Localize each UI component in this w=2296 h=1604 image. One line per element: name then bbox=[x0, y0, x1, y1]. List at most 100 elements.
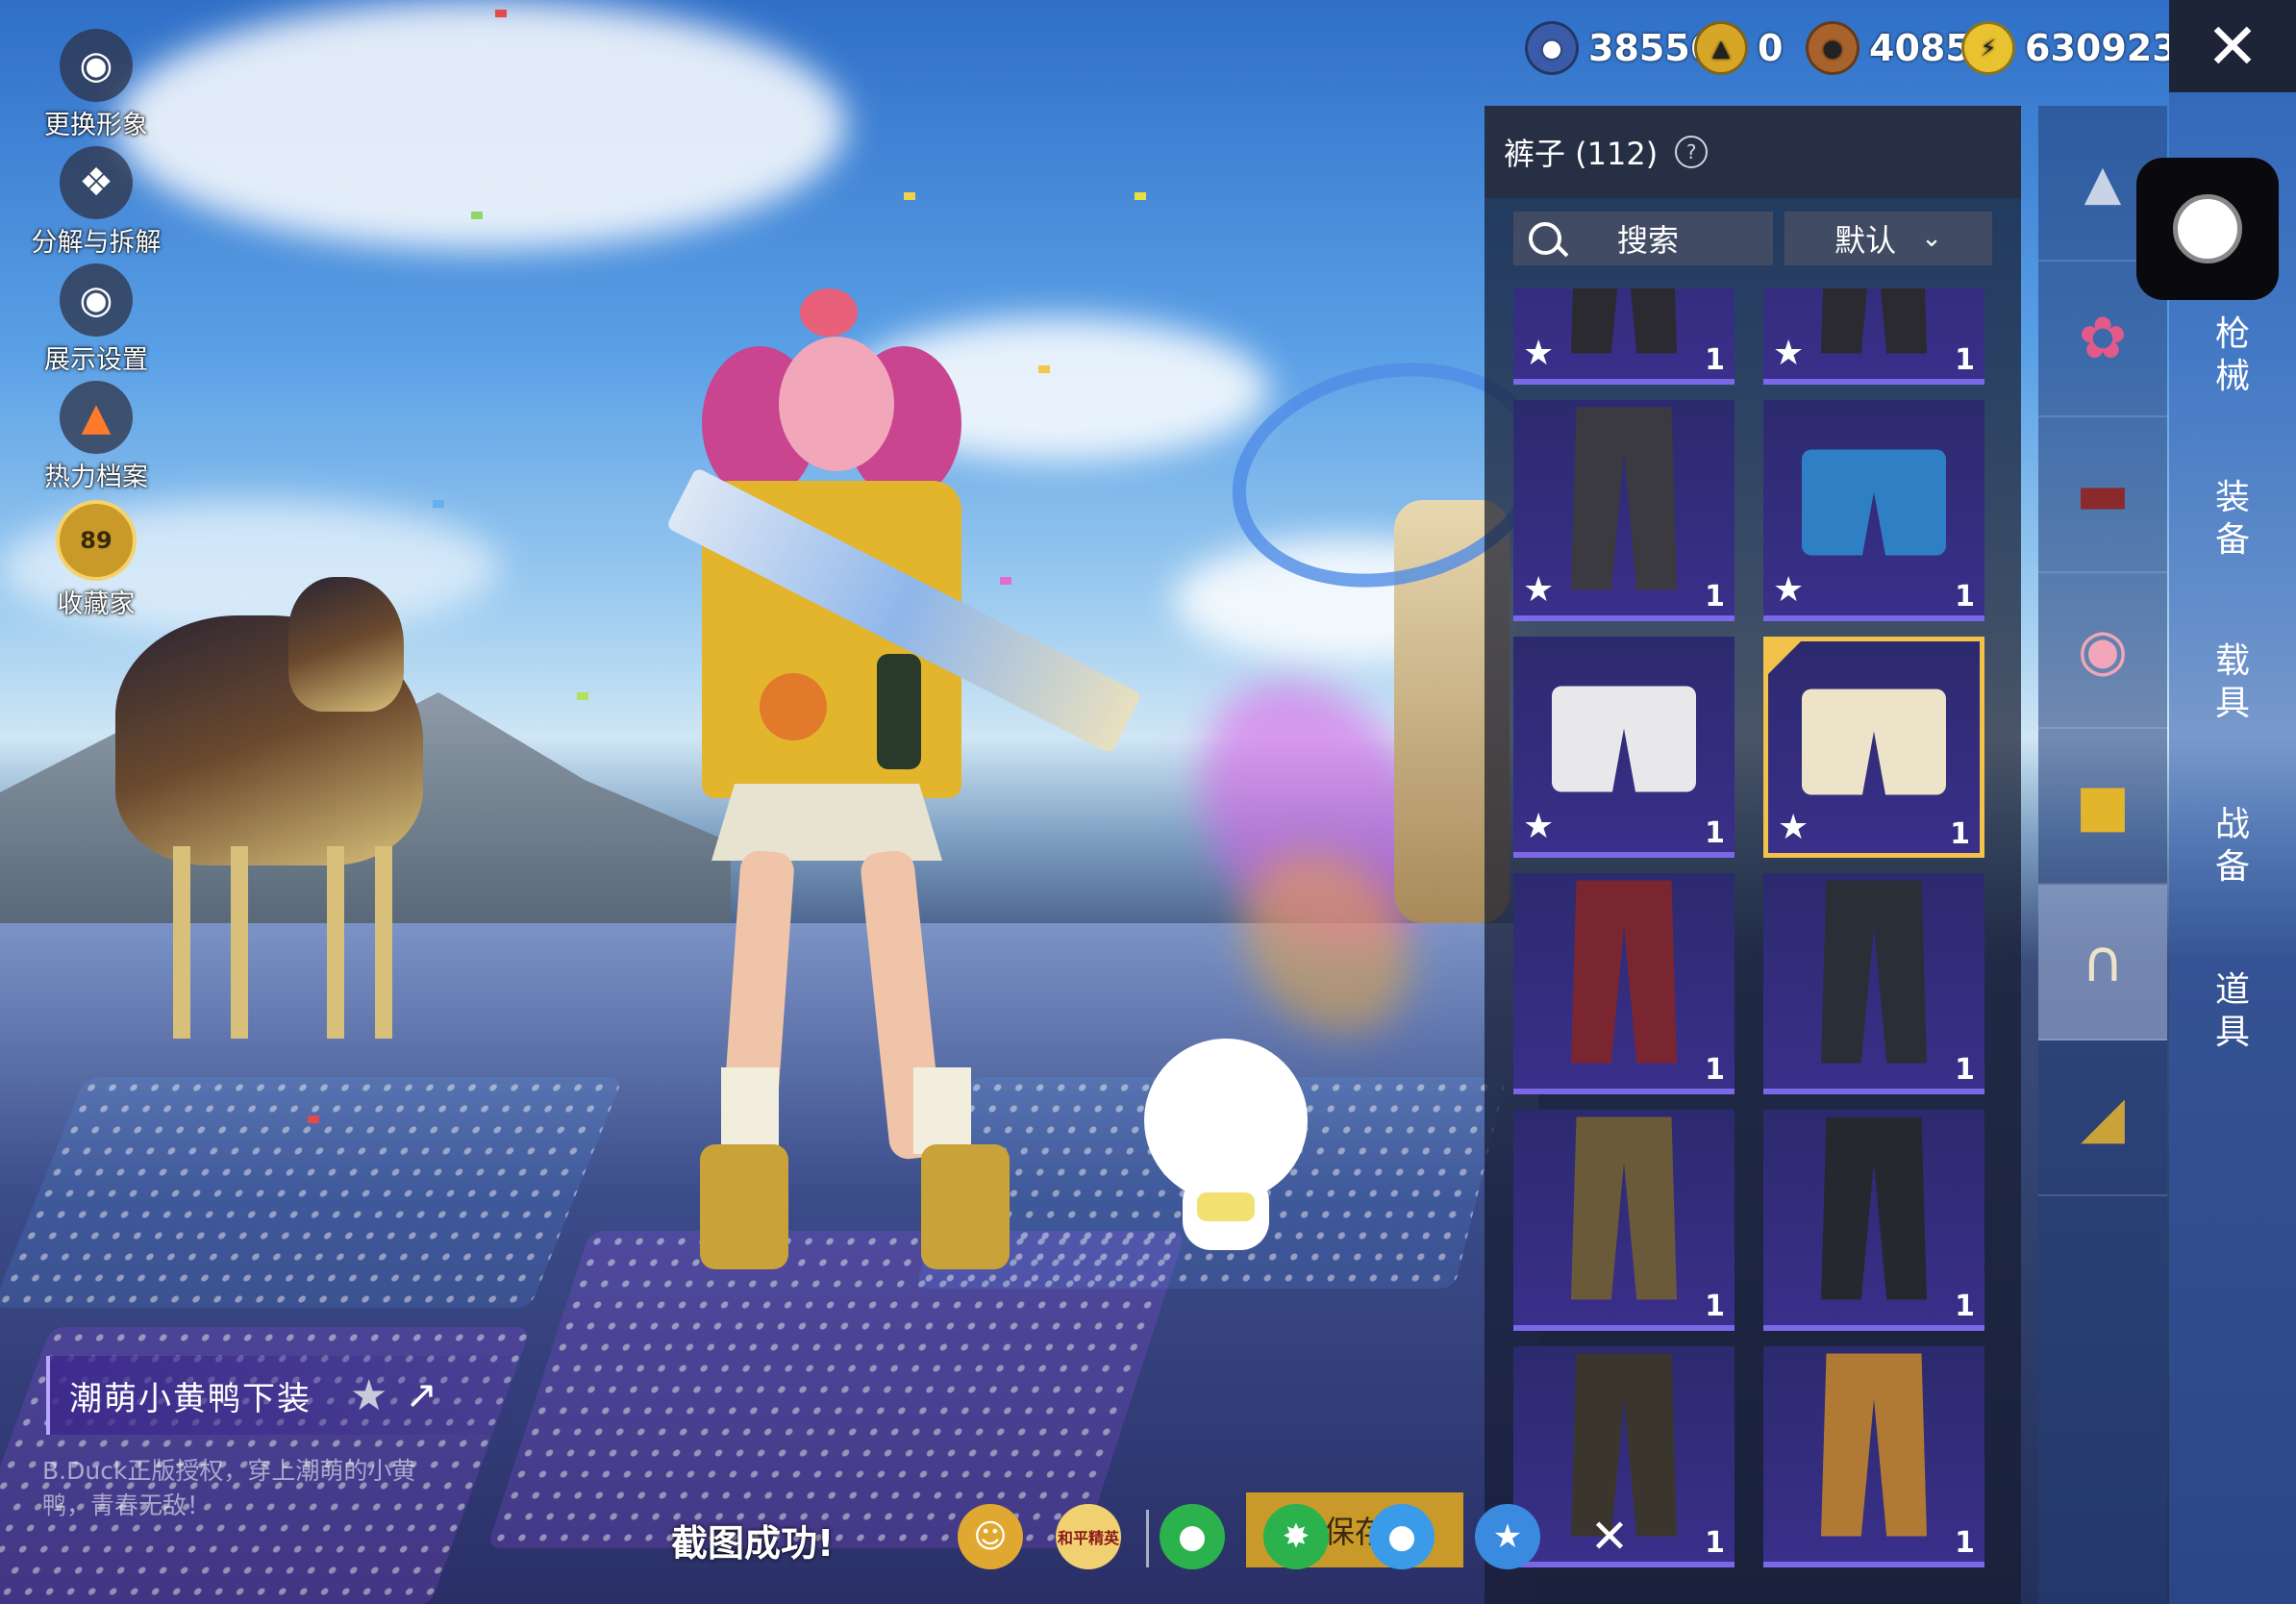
inventory-item[interactable]: 1 bbox=[1763, 1346, 1984, 1567]
currency-value: 630923 bbox=[2025, 27, 2178, 69]
tab-props[interactable]: 道具 bbox=[2169, 969, 2296, 1054]
currency-silver[interactable]: ● 38556 bbox=[1525, 21, 1715, 75]
pants-icon bbox=[1821, 880, 1927, 1064]
puzzle-icon: ❖ bbox=[60, 146, 133, 219]
tab-battle-gear[interactable]: 战备 bbox=[2169, 804, 2296, 889]
pants-icon: ∩ bbox=[2082, 928, 2124, 995]
inventory-item[interactable]: ★ 1 bbox=[1763, 400, 1984, 621]
inventory-item[interactable]: ★ 1 bbox=[1763, 637, 1984, 858]
currency-bronze[interactable]: ● 4085 bbox=[1806, 21, 1971, 75]
shorts-icon bbox=[1802, 449, 1946, 556]
bottle bbox=[877, 654, 921, 769]
pants-icon bbox=[1571, 288, 1677, 354]
confetti bbox=[1000, 577, 1011, 585]
sort-label: 默认 bbox=[1834, 222, 1897, 259]
flame-icon: ▲ bbox=[60, 381, 133, 454]
horse-leg bbox=[327, 846, 344, 1039]
category-jacket[interactable]: ■ bbox=[2038, 729, 2167, 885]
divider bbox=[1146, 1510, 1149, 1567]
inventory-item[interactable]: ★ 1 bbox=[1513, 288, 1734, 385]
shorts-icon bbox=[1802, 689, 1946, 795]
confetti bbox=[308, 1115, 319, 1123]
confetti bbox=[1135, 192, 1146, 200]
inventory-item[interactable]: 1 bbox=[1513, 1110, 1734, 1331]
close-button[interactable]: ✕ bbox=[2169, 0, 2296, 92]
item-name-bar: 潮萌小黄鸭下装 ★ ↗ bbox=[46, 1356, 512, 1435]
menu-heat-archive[interactable]: ▲ 热力档案 bbox=[19, 381, 173, 493]
item-count: 1 bbox=[1955, 580, 1975, 614]
category-mask[interactable]: ◉ bbox=[2038, 573, 2167, 729]
pants-icon bbox=[1821, 1116, 1927, 1300]
character-sock bbox=[913, 1067, 971, 1154]
band-icon: ▬ bbox=[2075, 461, 2131, 528]
close-icon: ✕ bbox=[2206, 9, 2259, 84]
inventory-item[interactable]: 1 bbox=[1513, 873, 1734, 1094]
currency-token[interactable]: ▲ 0 bbox=[1694, 21, 1783, 75]
avatar-icon: ◉ bbox=[60, 29, 133, 102]
category-shoes[interactable]: ◢ bbox=[2038, 1040, 2167, 1196]
bronze-coin-icon: ● bbox=[1806, 21, 1859, 75]
currency-bp[interactable]: ⚡ 630923 bbox=[1961, 21, 2178, 75]
sort-dropdown[interactable]: 默认 ⌄ bbox=[1784, 212, 1992, 265]
tab-equipment[interactable]: 装备 bbox=[2169, 477, 2296, 562]
horse-head bbox=[288, 577, 404, 712]
category-glasses[interactable]: ▬ bbox=[2038, 417, 2167, 573]
inventory-item[interactable]: 1 bbox=[1763, 1110, 1984, 1331]
screenshot-success-text: 截图成功! bbox=[671, 1522, 835, 1565]
close-share-icon[interactable]: ✕ bbox=[1577, 1504, 1642, 1569]
screen-record-button[interactable] bbox=[2136, 158, 2279, 300]
inventory-item[interactable]: ★ 1 bbox=[1763, 288, 1984, 385]
item-count: 1 bbox=[1705, 580, 1725, 614]
tab-vehicles[interactable]: 载具 bbox=[2169, 640, 2296, 725]
qzone-icon[interactable]: ★ bbox=[1475, 1504, 1540, 1569]
horse-leg bbox=[173, 846, 190, 1039]
item-description: B.Duck正版授权，穿上潮萌的小黄鸭，青春无敌！ bbox=[42, 1457, 416, 1519]
confetti bbox=[577, 692, 588, 700]
confetti bbox=[1038, 365, 1050, 373]
search-input[interactable]: 搜索 bbox=[1513, 212, 1773, 265]
share-icon[interactable]: ↗ bbox=[405, 1373, 437, 1417]
moments-icon[interactable]: ✸ bbox=[1263, 1504, 1329, 1569]
profile-share-icon[interactable]: ☺ bbox=[958, 1504, 1023, 1569]
tab-label: 道具 bbox=[2214, 970, 2250, 1052]
tab-label: 装备 bbox=[2214, 478, 2250, 560]
item-name: 潮萌小黄鸭下装 bbox=[69, 1379, 312, 1418]
bp-coin-icon: ⚡ bbox=[1961, 21, 2015, 75]
inventory-item[interactable]: 1 bbox=[1763, 873, 1984, 1094]
item-count: 1 bbox=[1705, 1526, 1725, 1560]
inventory-item[interactable]: ★ 1 bbox=[1513, 400, 1734, 621]
character-sock bbox=[721, 1067, 779, 1154]
collector-badge-icon: 89 bbox=[56, 500, 137, 581]
tab-label: 载具 bbox=[2214, 641, 2250, 723]
duck-patch bbox=[760, 673, 827, 740]
character-skirt bbox=[711, 784, 942, 861]
category-pants[interactable]: ∩ bbox=[2038, 885, 2167, 1040]
favorite-star-icon: ★ bbox=[1773, 570, 1805, 610]
selected-check-icon bbox=[1768, 641, 1801, 674]
menu-collector[interactable]: 89 收藏家 bbox=[19, 500, 173, 620]
item-grid: ★ 1 ★ 1 ★ 1 ★ 1 ★ 1 ★ 1 1 1 1 1 1 1 bbox=[1513, 288, 1994, 1604]
menu-decompose[interactable]: ❖ 分解与拆解 bbox=[19, 146, 173, 259]
panel-title: 裤子 (112) bbox=[1504, 136, 1659, 172]
sheep-bib bbox=[1197, 1192, 1255, 1221]
search-icon bbox=[1529, 222, 1561, 255]
star-icon[interactable]: ★ bbox=[350, 1371, 387, 1420]
item-count: 1 bbox=[1950, 817, 1970, 851]
tab-label: 战备 bbox=[2214, 805, 2250, 887]
tab-weapons[interactable]: 枪械 bbox=[2169, 313, 2296, 398]
favorite-star-icon: ★ bbox=[1523, 334, 1555, 373]
item-count: 1 bbox=[1705, 1290, 1725, 1323]
qq-icon[interactable]: ● bbox=[1369, 1504, 1435, 1569]
pants-icon bbox=[1571, 1116, 1677, 1300]
pants-icon bbox=[1571, 407, 1677, 590]
character-shoe bbox=[700, 1144, 788, 1269]
menu-change-avatar[interactable]: ◉ 更换形象 bbox=[19, 29, 173, 141]
inventory-item[interactable]: ★ 1 bbox=[1513, 637, 1734, 858]
eye-icon: ◉ bbox=[60, 263, 133, 337]
help-icon[interactable]: ? bbox=[1675, 136, 1709, 168]
mask-icon: ◉ bbox=[2077, 616, 2129, 684]
currency-value: 0 bbox=[1758, 27, 1784, 69]
menu-display-settings[interactable]: ◉ 展示设置 bbox=[19, 263, 173, 376]
game-logo-icon[interactable]: 和平精英 bbox=[1056, 1504, 1121, 1569]
wechat-icon[interactable]: ● bbox=[1160, 1504, 1225, 1569]
